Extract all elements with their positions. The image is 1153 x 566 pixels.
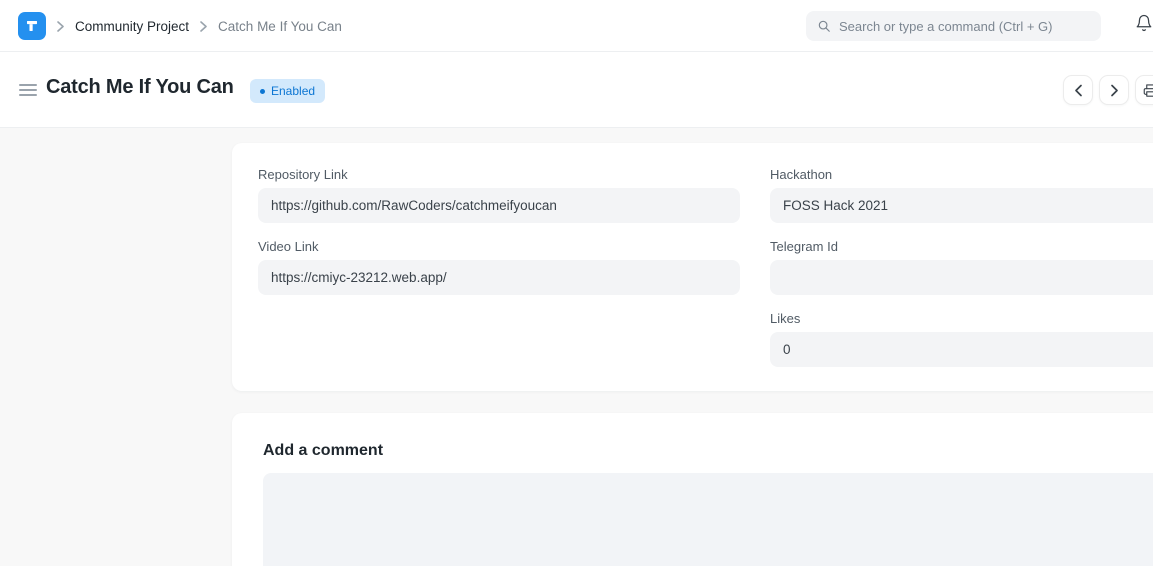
page-head: Catch Me If You Can Enabled	[0, 52, 1153, 128]
field-repository-link: Repository Link	[258, 166, 740, 223]
sidebar-toggle-icon[interactable]	[19, 84, 37, 96]
hackathon-input[interactable]	[770, 188, 1153, 223]
notifications-bell-icon[interactable]	[1135, 13, 1153, 33]
repository-link-label: Repository Link	[258, 166, 740, 183]
breadcrumb: Community Project Catch Me If You Can	[57, 0, 342, 52]
field-video-link: Video Link	[258, 238, 740, 295]
field-hackathon: Hackathon	[770, 166, 1153, 223]
telegram-id-label: Telegram Id	[770, 238, 1153, 255]
likes-input[interactable]	[770, 332, 1153, 367]
print-button[interactable]	[1135, 75, 1153, 105]
form-column-right: Hackathon Telegram Id Likes	[770, 166, 1153, 382]
repository-link-input[interactable]	[258, 188, 740, 223]
status-badge-label: Enabled	[271, 84, 315, 98]
status-badge: Enabled	[250, 79, 325, 103]
video-link-label: Video Link	[258, 238, 740, 255]
printer-icon	[1143, 83, 1153, 98]
prev-document-button[interactable]	[1063, 75, 1093, 105]
breadcrumb-item-community-project[interactable]: Community Project	[75, 19, 189, 34]
document-form-card: Repository Link Video Link Hackathon Tel…	[232, 143, 1153, 391]
top-navbar: Community Project Catch Me If You Can	[0, 0, 1153, 52]
global-search[interactable]	[806, 11, 1101, 41]
page-content: Repository Link Video Link Hackathon Tel…	[0, 128, 1153, 566]
page-head-actions	[1063, 75, 1153, 105]
telegram-id-input[interactable]	[770, 260, 1153, 295]
add-comment-heading: Add a comment	[263, 442, 1153, 460]
status-dot	[260, 89, 265, 94]
video-link-input[interactable]	[258, 260, 740, 295]
chevron-right-icon	[57, 21, 64, 32]
comments-card: Add a comment	[232, 413, 1153, 566]
breadcrumb-item-current-doc: Catch Me If You Can	[218, 19, 342, 34]
app-window: Community Project Catch Me If You Can Ca…	[0, 0, 1153, 566]
chevron-right-icon	[200, 21, 207, 32]
field-telegram-id: Telegram Id	[770, 238, 1153, 295]
form-column-left: Repository Link Video Link	[258, 166, 740, 382]
likes-label: Likes	[770, 310, 1153, 327]
frappe-logo-icon	[24, 18, 40, 34]
search-input[interactable]	[839, 19, 1090, 34]
hackathon-label: Hackathon	[770, 166, 1153, 183]
next-document-button[interactable]	[1099, 75, 1129, 105]
comment-input-box[interactable]	[263, 473, 1153, 566]
search-icon	[817, 19, 831, 33]
page-title: Catch Me If You Can	[46, 76, 234, 99]
frappe-logo[interactable]	[18, 12, 46, 40]
field-likes: Likes	[770, 310, 1153, 367]
